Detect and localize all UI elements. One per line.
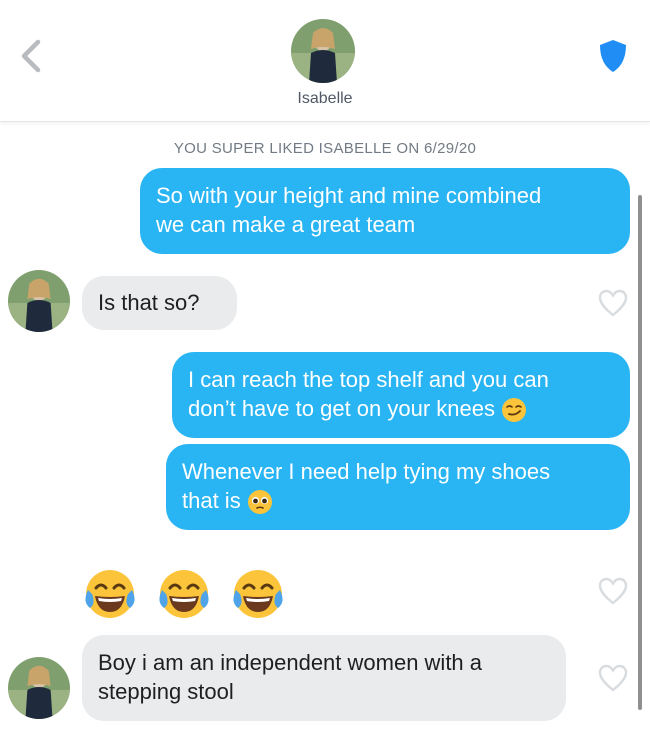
message-line: So with your height and mine combined: [156, 183, 542, 208]
joy-emoji: [233, 570, 283, 618]
joy-emoji: [85, 570, 135, 618]
outgoing-message[interactable]: I can reach the top shelf and you can do…: [172, 352, 630, 438]
sender-avatar[interactable]: [8, 270, 70, 332]
message-line: Is that so?: [98, 290, 200, 315]
message-line: that is: [182, 486, 614, 515]
message-line: Boy i am an independent women with a: [98, 650, 483, 675]
heart-icon[interactable]: [598, 577, 628, 605]
message-line: stepping stool: [98, 679, 234, 704]
joy-emoji: [159, 570, 209, 618]
message-line-text: don’t have to get on your knees: [188, 396, 495, 421]
chevron-left-icon[interactable]: [14, 36, 50, 76]
heart-icon[interactable]: [598, 664, 628, 692]
shield-icon[interactable]: [597, 38, 629, 74]
message-line-text: that is: [182, 488, 241, 513]
message-line: don’t have to get on your knees: [188, 394, 614, 423]
incoming-message[interactable]: Boy i am an independent women with a ste…: [82, 635, 566, 721]
heart-icon[interactable]: [598, 289, 628, 317]
pleading-face-emoji: [247, 490, 272, 515]
outgoing-message[interactable]: So with your height and mine combined we…: [140, 168, 630, 254]
incoming-message[interactable]: Is that so?: [82, 276, 237, 330]
message-line: we can make a great team: [156, 212, 416, 237]
outgoing-message[interactable]: Whenever I need help tying my shoes that…: [166, 444, 630, 530]
scrollbar[interactable]: [638, 195, 642, 710]
message-line: I can reach the top shelf and you can: [188, 367, 549, 392]
chat-header: Isabelle: [0, 0, 650, 122]
joy-emoji-group: [85, 570, 283, 618]
super-like-note: YOU SUPER LIKED ISABELLE ON 6/29/20: [173, 140, 477, 157]
profile-avatar[interactable]: [291, 19, 355, 83]
smirking-face-emoji: [502, 398, 526, 423]
match-name[interactable]: Isabelle: [0, 90, 650, 108]
sender-avatar[interactable]: [8, 657, 70, 719]
emoji-message[interactable]: [82, 566, 292, 622]
message-line: Whenever I need help tying my shoes: [182, 459, 551, 484]
